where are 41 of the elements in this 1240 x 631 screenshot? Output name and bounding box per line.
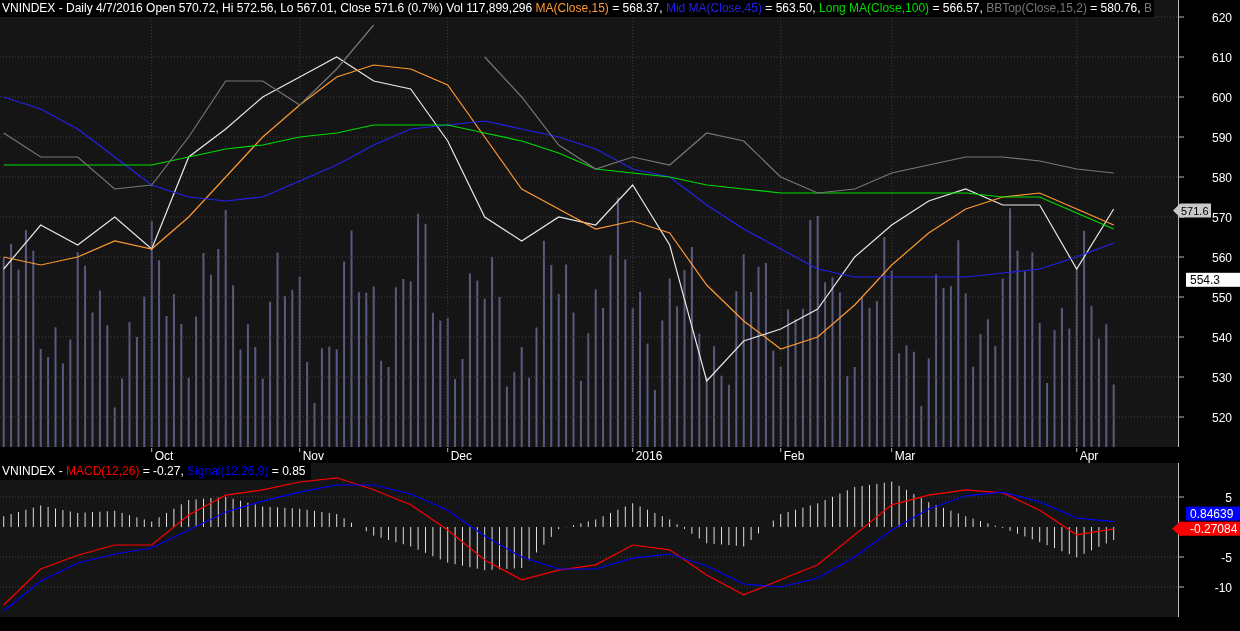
indicator-value: = 0.85: [270, 463, 307, 480]
axis-label: 570: [1211, 210, 1232, 225]
axis-label: 620: [1211, 10, 1232, 25]
axis-label: 530: [1211, 370, 1232, 385]
indicator-label: Long MA(Close,100): [819, 0, 930, 17]
indicator-label: MA(Close,15): [535, 0, 609, 17]
indicator-value: = 563.50,: [764, 0, 817, 17]
indicator-value: = -0.27,: [141, 463, 185, 480]
price-tag: -0.27084: [1172, 521, 1240, 536]
axis-label: 560: [1211, 250, 1232, 265]
indicator-label: Signal(12,26,9): [187, 463, 269, 480]
axis-label: 520: [1211, 410, 1232, 425]
axis-label: 540: [1211, 330, 1232, 345]
price-tag: 554.3: [1186, 272, 1240, 287]
chart-info-text: VNINDEX -: [2, 463, 64, 480]
indicator-label: B: [1144, 0, 1152, 17]
axis-label: 550: [1211, 290, 1232, 305]
indicator-label: MACD(12,26): [66, 463, 140, 480]
axis-label: 580: [1211, 170, 1232, 185]
indicator-label: Mid MA(Close,45): [665, 0, 762, 17]
axis-label: 2016: [635, 449, 663, 463]
indicator-value: = 566.57,: [931, 0, 984, 17]
axis-label: Dec: [450, 449, 473, 463]
indicator-value: = 580.76,: [1089, 0, 1142, 17]
price-tag: 0.84639: [1186, 506, 1240, 521]
axis-label: Feb: [783, 449, 805, 463]
axis-label: Oct: [154, 449, 174, 463]
axis-label: 600: [1211, 90, 1232, 105]
close-value: 571.6 (0.7%) Vol 117,899,296: [374, 0, 534, 17]
axis-label: Nov: [302, 449, 325, 463]
axis-label: Mar: [894, 449, 916, 463]
series-label: Close: [340, 0, 372, 17]
axis-label: -10: [1214, 580, 1232, 595]
indicator-label: BBTop(Close,15,2): [986, 0, 1087, 17]
chart-info-text: VNINDEX - Daily 4/7/2016 Open 570.72, Hi 572.56, Lo 567.01,: [2, 0, 338, 17]
axis-label: 610: [1211, 50, 1232, 65]
axis-label: Apr: [1079, 449, 1099, 463]
axis-label: 5: [1225, 490, 1232, 505]
axis-label: 590: [1211, 130, 1232, 145]
indicator-value: = 568.37,: [611, 0, 664, 17]
axis-label: -5: [1221, 550, 1232, 565]
